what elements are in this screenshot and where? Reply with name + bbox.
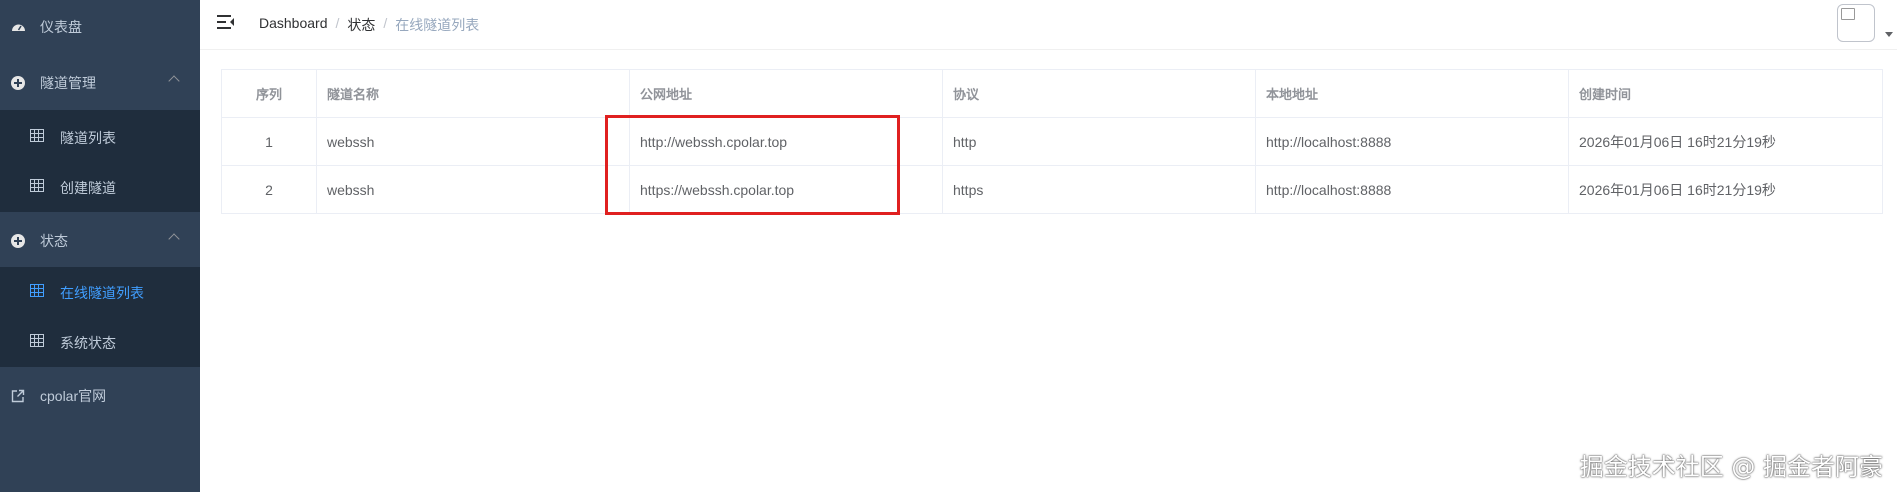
- cell-name: webssh: [316, 117, 630, 166]
- highlight-box: [605, 115, 900, 215]
- navbar: Dashboard / 状态 / 在线隧道列表: [200, 0, 1897, 50]
- table-row: 1 webssh http://webssh.cpolar.top http h…: [221, 117, 1883, 166]
- cell-local-address: http://localhost:8888: [1255, 117, 1569, 166]
- table-icon: [30, 334, 46, 350]
- table-icon: [30, 284, 46, 300]
- menu-label-official-site: cpolar官网: [40, 387, 107, 404]
- sidebar-item-label: 隧道列表: [60, 130, 116, 146]
- table-icon: [30, 129, 46, 145]
- sidebar-item-online-tunnels[interactable]: 在线隧道列表: [0, 267, 200, 317]
- menu-item-dashboard[interactable]: 仪表盘: [0, 0, 200, 53]
- cell-name: webssh: [316, 165, 630, 214]
- submenu-tunnel-management: 隧道列表 创建隧道: [0, 110, 200, 212]
- menu-item-official-site[interactable]: cpolar官网: [0, 369, 200, 422]
- sidebar-item-label: 系统状态: [60, 335, 116, 351]
- sidebar-item-label: 创建隧道: [60, 180, 116, 196]
- hamburger-icon[interactable]: [217, 15, 235, 29]
- table-header-row: 序列 隧道名称 公网地址 协议 本地地址 创建时间: [221, 69, 1883, 118]
- sidebar-item-create-tunnel[interactable]: 创建隧道: [0, 162, 200, 212]
- menu-item-tunnel-management[interactable]: 隧道管理: [0, 56, 200, 109]
- breadcrumb-current: 在线隧道列表: [395, 17, 480, 33]
- tunnel-table: 序列 隧道名称 公网地址 协议 本地地址 创建时间 1 webssh http:…: [221, 69, 1883, 214]
- cell-protocol: http: [942, 117, 1256, 166]
- sidebar-item-label: 在线隧道列表: [60, 285, 144, 301]
- avatar[interactable]: [1837, 4, 1875, 42]
- cell-protocol: https: [942, 165, 1256, 214]
- menu-label-status: 状态: [40, 232, 68, 249]
- dashboard-icon: [10, 19, 26, 35]
- sidebar-item-system-status[interactable]: 系统状态: [0, 317, 200, 367]
- column-header-index: 序列: [221, 69, 317, 118]
- column-header-local-address: 本地地址: [1255, 69, 1569, 118]
- external-link-icon: [10, 388, 26, 404]
- table-icon: [30, 179, 46, 195]
- watermark: 掘金技术社区 @ 掘金者阿豪: [1579, 453, 1883, 481]
- menu-label-tunnel-management: 隧道管理: [40, 74, 96, 91]
- chevron-up-icon: [168, 75, 180, 87]
- cell-index: 1: [221, 117, 317, 166]
- sidebar: 仪表盘 隧道管理 隧道列表 创建隧道 状态 在线隧道列表 系统状态 cpolar…: [0, 0, 200, 492]
- breadcrumb-status[interactable]: 状态: [347, 15, 375, 35]
- table-row: 2 webssh https://webssh.cpolar.top https…: [221, 165, 1883, 214]
- submenu-status: 在线隧道列表 系统状态: [0, 267, 200, 367]
- menu-item-status[interactable]: 状态: [0, 214, 200, 267]
- column-header-public-url: 公网地址: [629, 69, 943, 118]
- breadcrumb: Dashboard / 状态 / 在线隧道列表: [259, 15, 479, 35]
- column-header-created-time: 创建时间: [1568, 69, 1883, 118]
- menu-label-dashboard: 仪表盘: [40, 18, 82, 35]
- column-header-protocol: 协议: [942, 69, 1256, 118]
- cell-local-address: http://localhost:8888: [1255, 165, 1569, 214]
- plus-circle-icon: [10, 75, 26, 91]
- cell-created-time: 2026年01月06日 16时21分19秒: [1568, 165, 1883, 214]
- cell-created-time: 2026年01月06日 16时21分19秒: [1568, 117, 1883, 166]
- cell-index: 2: [221, 165, 317, 214]
- sidebar-item-tunnel-list[interactable]: 隧道列表: [0, 112, 200, 162]
- column-header-name: 隧道名称: [316, 69, 630, 118]
- breadcrumb-separator: /: [335, 15, 340, 31]
- chevron-up-icon: [168, 233, 180, 245]
- plus-circle-icon: [10, 233, 26, 249]
- breadcrumb-dashboard[interactable]: Dashboard: [259, 15, 328, 35]
- caret-down-icon[interactable]: [1885, 32, 1893, 37]
- breadcrumb-separator: /: [383, 15, 388, 31]
